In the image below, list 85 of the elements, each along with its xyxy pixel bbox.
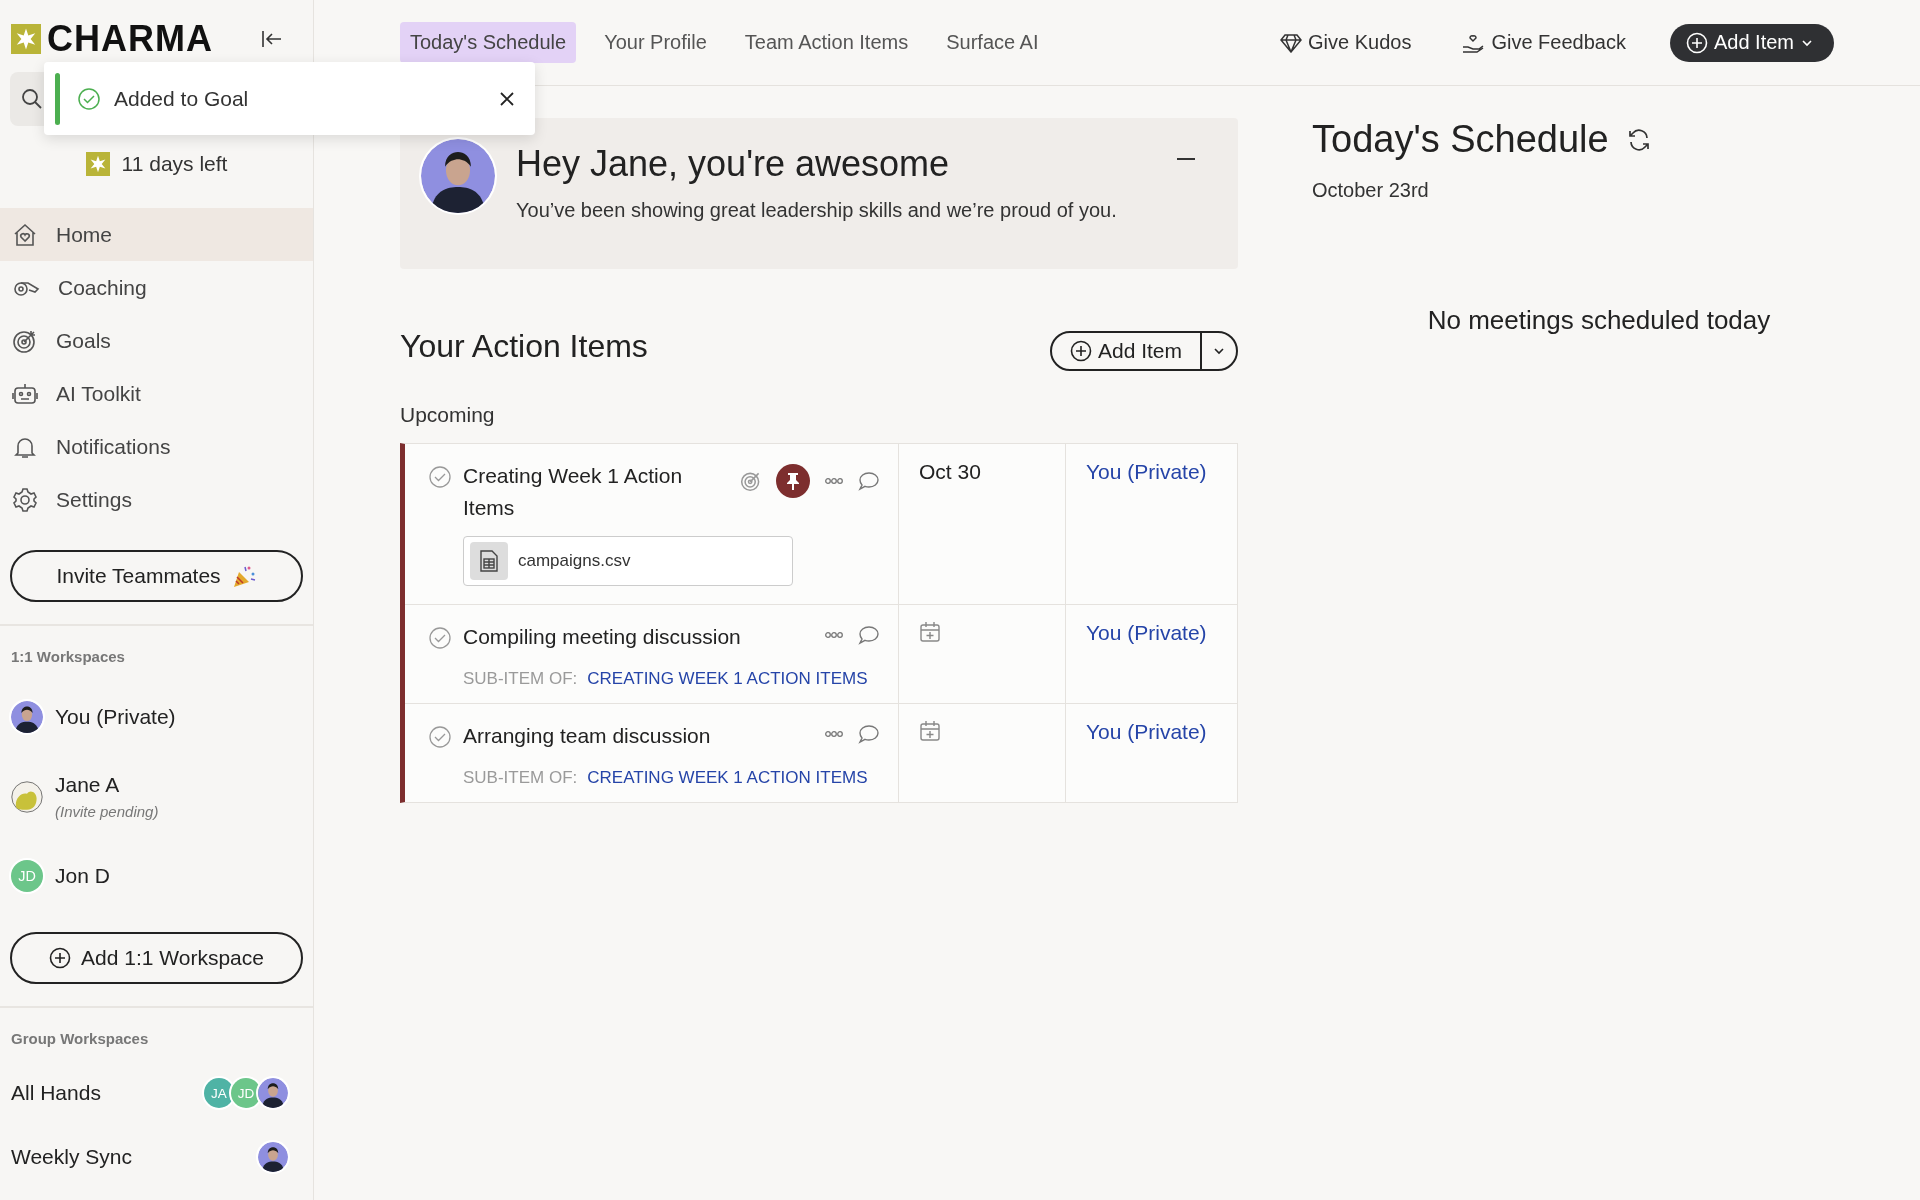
avatar: JD [231,1078,261,1108]
workspace-link[interactable]: Jon D [55,864,110,888]
badge-icon [85,152,110,176]
more-icon[interactable] [824,631,844,639]
tab[interactable]: Team Action Items [734,22,919,63]
owner-link[interactable]: You (Private) [1086,621,1207,644]
check-circle-icon[interactable] [429,726,451,748]
plus-icon [1685,31,1708,54]
give-kudos-button[interactable]: Give Kudos [1280,31,1412,54]
close-icon[interactable] [499,90,515,107]
toast-message: Added to Goal [114,86,250,111]
section-title: Your Action Items [400,327,648,365]
diamond-icon [1280,32,1303,53]
workspace-link[interactable]: Weekly Sync [11,1145,258,1169]
item-title[interactable]: Arranging team discussion [463,720,812,752]
spreadsheet-file-icon [480,550,498,572]
nav-item[interactable]: Notifications [0,420,313,473]
due-date[interactable]: Oct 30 [919,460,981,483]
collapse-icon[interactable] [1177,157,1195,161]
trial-label: 11 days left [121,152,228,176]
plus-icon [49,947,72,969]
sub-item-label: SUB-ITEM OF: [463,669,578,689]
status-bar [55,72,60,125]
parent-item-link[interactable]: CREATING WEEK 1 ACTION ITEMS [587,669,868,689]
sub-item-label: SUB-ITEM OF: [463,768,578,788]
attachment-chip[interactable]: campaigns.csv [463,536,793,586]
parent-item-link[interactable]: CREATING WEEK 1 ACTION ITEMS [587,768,868,788]
tab[interactable]: Surface AI [936,22,1049,63]
pin-icon [785,472,801,490]
add-item-button[interactable]: Add Item [1669,23,1834,62]
greeting-title: Hey Jane, you're awesome [516,143,951,185]
owner-link[interactable]: You (Private) [1086,460,1207,483]
greeting-message: You’ve been showing great leadership skills and we’re proud of you. [516,199,1118,222]
avatar [11,780,43,813]
check-circle-icon[interactable] [429,466,451,488]
give-feedback-button[interactable]: Give Feedback [1461,31,1626,54]
owner-link[interactable]: You (Private) [1086,720,1207,743]
avatar: JA [204,1078,234,1108]
avatar [11,701,43,733]
invite-status: (Invite pending) [55,803,159,820]
add-workspace-button[interactable]: Add 1:1 Workspace [10,932,303,984]
caret-icon [1212,346,1226,356]
group-label: Upcoming [400,403,496,427]
nav-item[interactable]: Goals [0,314,313,367]
target-icon[interactable] [740,470,762,492]
nav-item[interactable]: Coaching [0,261,313,314]
plus-icon [1069,340,1092,362]
logo-icon [11,24,41,54]
item-title[interactable]: Compiling meeting discussion [463,621,812,653]
nav-item[interactable]: Settings [0,473,313,526]
avatar [258,1142,288,1172]
invite-button[interactable]: Invite Teammates [10,550,303,602]
comment-icon[interactable] [858,625,880,645]
workspace-link[interactable]: You (Private) [55,705,176,729]
home-icon [12,221,38,248]
calendar-icon[interactable] [919,621,941,643]
refresh-icon[interactable] [1626,127,1651,152]
more-icon[interactable] [824,477,844,485]
avatar [258,1078,288,1108]
collapse-icon[interactable] [261,30,283,48]
panel-title: Today's Schedule [1312,118,1609,161]
workspace-link[interactable]: All Hands [11,1081,204,1105]
caret-icon [1800,37,1814,48]
settings-icon [12,486,38,513]
comment-icon[interactable] [858,471,880,491]
nav-item[interactable]: Home [0,208,313,261]
section-heading: 1:1 Workspaces [11,648,126,665]
schedule-date: October 23rd [1312,179,1430,202]
nav-item[interactable]: AI Toolkit [0,367,313,420]
more-icon[interactable] [824,730,844,738]
calendar-icon[interactable] [919,720,941,742]
tab[interactable]: Your Profile [594,22,717,63]
workspace-link[interactable]: Jane A [55,773,159,797]
search-icon [20,87,44,111]
empty-message: No meetings scheduled today [1427,305,1771,336]
check-circle-icon [78,87,100,110]
logo-text: CHARMA [47,24,213,54]
pin-button[interactable] [776,464,810,498]
comment-icon[interactable] [858,724,880,744]
section-heading: Group Workspaces [11,1030,150,1047]
check-circle-icon[interactable] [429,627,451,649]
avatar: JD [11,860,43,892]
item-title[interactable]: Creating Week 1 Action Items [463,460,713,524]
tab[interactable]: Today's Schedule [400,22,577,63]
add-item-button[interactable]: Add Item [1051,333,1200,369]
